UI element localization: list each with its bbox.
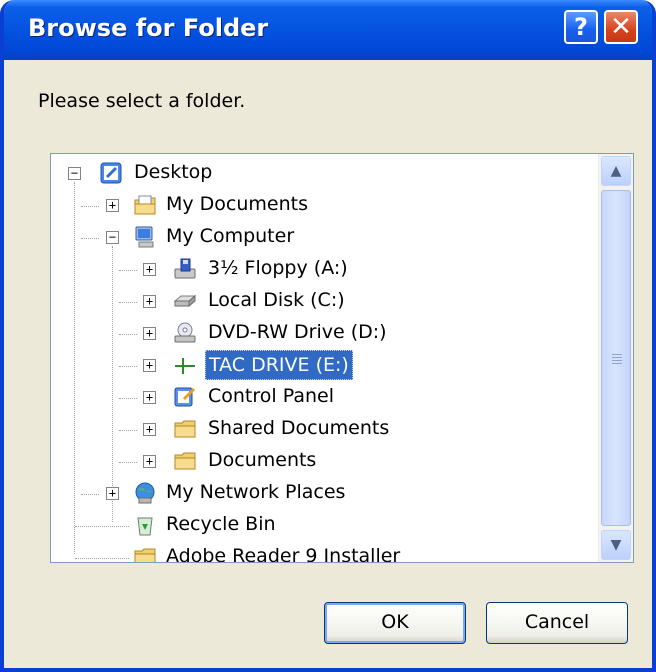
tree-item-my-network-places[interactable]: + My Network Places — [51, 478, 591, 510]
expand-toggle[interactable]: + — [106, 487, 119, 500]
tree-item-label: 3½ Floppy (A:) — [208, 257, 348, 279]
tree-line — [119, 462, 137, 463]
prompt-text: Please select a folder. — [38, 90, 246, 112]
tree-item-label: Control Panel — [208, 385, 334, 407]
tree-item-control-panel[interactable]: + Control Panel — [51, 382, 591, 414]
tree-item-label: Documents — [208, 449, 317, 471]
local-disk-icon — [173, 294, 197, 308]
expand-toggle[interactable]: + — [143, 327, 156, 340]
tree-line — [119, 398, 137, 399]
tree-item-label: Desktop — [134, 161, 213, 183]
scroll-grip — [612, 357, 622, 358]
scroll-down-button[interactable]: ▼ — [601, 530, 631, 560]
folder-icon — [174, 420, 196, 438]
scroll-thumb[interactable] — [601, 190, 631, 526]
dialog-title: Browse for Folder — [28, 14, 269, 42]
tree-item-label: DVD-RW Drive (D:) — [208, 321, 387, 343]
tree-line — [119, 430, 137, 431]
expand-toggle[interactable]: + — [143, 295, 156, 308]
tree-item-adobe-reader-installer[interactable]: Adobe Reader 9 Installer — [51, 542, 591, 563]
folder-icon — [174, 452, 196, 470]
ok-button[interactable]: OK — [324, 602, 466, 644]
tree-item-my-documents[interactable]: + My Documents — [51, 190, 591, 222]
scroll-up-button[interactable]: ▲ — [601, 156, 631, 186]
my-computer-icon — [135, 226, 154, 248]
tree-line — [75, 526, 129, 527]
title-bar[interactable]: Browse for Folder ? ✕ — [4, 0, 652, 60]
vertical-scrollbar[interactable]: ▲ ▼ — [598, 154, 633, 562]
folder-tree[interactable]: − Desktop + My Documents − My Computer +… — [50, 153, 634, 563]
removable-drive-icon — [175, 358, 195, 374]
expand-toggle[interactable]: + — [143, 263, 156, 276]
tree-item-label: My Documents — [166, 193, 309, 215]
collapse-toggle[interactable]: − — [68, 167, 81, 180]
tree-item-label: Shared Documents — [208, 417, 390, 439]
floppy-drive-icon — [174, 258, 196, 279]
tree-item-local-disk-c[interactable]: + Local Disk (C:) — [51, 286, 591, 318]
tree-item-label: Local Disk (C:) — [208, 289, 345, 311]
collapse-toggle[interactable]: − — [106, 231, 119, 244]
tree-line — [119, 302, 137, 303]
close-button[interactable]: ✕ — [604, 10, 638, 44]
tree-item-floppy-a[interactable]: + 3½ Floppy (A:) — [51, 254, 591, 286]
tree-item-label: Adobe Reader 9 Installer — [166, 545, 401, 563]
tree-item-desktop[interactable]: − Desktop — [51, 158, 591, 190]
desktop-icon — [100, 162, 122, 184]
expand-toggle[interactable]: + — [143, 391, 156, 404]
tree-line — [119, 270, 137, 271]
expand-toggle[interactable]: + — [143, 455, 156, 468]
dvd-drive-icon — [174, 322, 196, 343]
tree-line — [81, 238, 99, 239]
tree-item-dvd-rw-d[interactable]: + DVD-RW Drive (D:) — [51, 318, 591, 350]
tree-item-documents[interactable]: + Documents — [51, 446, 591, 478]
tree-item-tac-drive-e[interactable]: + TAC DRIVE (E:) — [51, 350, 591, 382]
tree-line — [81, 206, 99, 207]
tree-item-label: Recycle Bin — [166, 513, 276, 535]
tree-item-my-computer[interactable]: − My Computer — [51, 222, 591, 254]
recycle-bin-icon — [137, 517, 153, 536]
scroll-grip — [612, 360, 622, 361]
tree-item-label: My Computer — [166, 225, 295, 247]
expand-toggle[interactable]: + — [143, 359, 156, 372]
tree-line — [81, 494, 99, 495]
folder-icon — [134, 548, 156, 562]
expand-toggle[interactable]: + — [143, 423, 156, 436]
browse-for-folder-dialog: Browse for Folder ? ✕ Please select a fo… — [0, 0, 656, 672]
tree-line — [119, 334, 137, 335]
tree-item-label: TAC DRIVE (E:) — [205, 350, 353, 380]
scroll-grip — [612, 354, 622, 355]
my-documents-icon — [134, 195, 156, 215]
network-places-icon — [135, 482, 155, 504]
tree-line — [119, 366, 137, 367]
tree-item-shared-documents[interactable]: + Shared Documents — [51, 414, 591, 446]
tree-line — [75, 558, 129, 559]
tree-item-recycle-bin[interactable]: Recycle Bin — [51, 510, 591, 542]
cancel-button[interactable]: Cancel — [486, 602, 628, 644]
expand-toggle[interactable]: + — [106, 199, 119, 212]
scroll-grip — [612, 363, 622, 364]
control-panel-icon — [174, 387, 196, 407]
help-button[interactable]: ? — [564, 10, 598, 44]
tree-item-label: My Network Places — [166, 481, 346, 503]
